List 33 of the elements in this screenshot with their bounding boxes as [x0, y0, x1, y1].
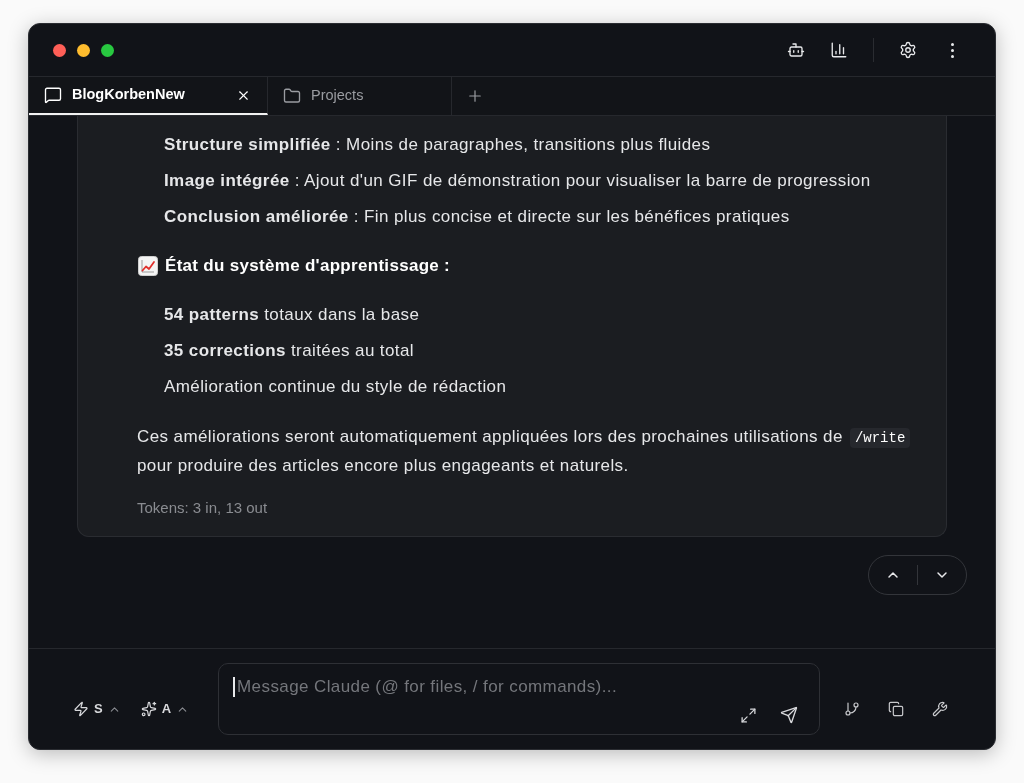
- chart-increasing-icon: [138, 256, 158, 276]
- copy-icon: [888, 701, 905, 717]
- close-window-icon[interactable]: [53, 43, 66, 57]
- more-vertical-icon: [950, 42, 954, 58]
- bar-chart-icon: [830, 41, 848, 59]
- plus-icon: [466, 87, 484, 105]
- minimize-window-icon[interactable]: [77, 43, 90, 57]
- sparkles-icon: [140, 701, 157, 717]
- list-item: Structure simplifiée : Moins de paragraphes, transitions plus fluides: [164, 134, 711, 156]
- list-item: Conclusion améliorée : Fin plus concise et directe sur les bénéfices pratiques: [164, 206, 790, 228]
- inline-code: /write: [849, 428, 911, 448]
- settings-icon: [899, 41, 917, 59]
- list-item: 54 patterns totaux dans la base: [164, 304, 420, 326]
- lightning-icon: [73, 701, 89, 717]
- message-input[interactable]: Message Claude (@ for files, / for commands)...: [218, 663, 821, 735]
- robot-icon: [787, 41, 805, 59]
- summary-paragraph: Ces améliorations seront automatiquement appliquées lors des prochaines utilisations de /write pour produire des articles encore plus engageants et naturels.: [137, 423, 929, 479]
- section-heading: État du système d'apprentissage :: [165, 255, 451, 277]
- tab[interactable]: Projects: [268, 77, 452, 115]
- wrench-icon: [932, 701, 949, 717]
- message-textbox[interactable]: Message Claude (@ for files, / for commands)...: [237, 675, 806, 699]
- mode-button[interactable]: S: [69, 693, 125, 725]
- mode-button[interactable]: A: [136, 693, 194, 725]
- list-item: 35 corrections traitées au total: [164, 340, 414, 362]
- expand-icon: [739, 706, 757, 724]
- branch-icon: [844, 701, 861, 717]
- list-item: Amélioration continue du style de rédaction: [164, 376, 507, 398]
- folder-icon: [283, 87, 301, 105]
- list-item: Image intégrée : Ajout d'un GIF de démonstration pour visualiser la barre de progression: [164, 170, 871, 192]
- token-count: Tokens: 3 in, 13 out: [137, 498, 268, 518]
- maximize-window-icon[interactable]: [101, 43, 114, 57]
- send-icon: [780, 706, 799, 724]
- chat-bubble-icon: [44, 86, 62, 104]
